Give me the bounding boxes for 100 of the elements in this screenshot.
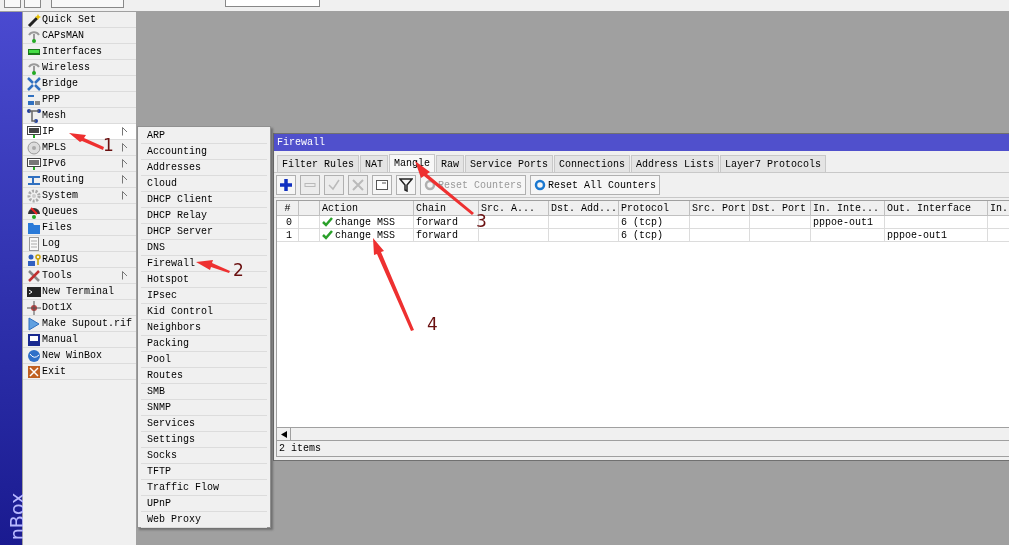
status-text: 2 items: [279, 442, 321, 456]
submenu-item[interactable]: Pool: [147, 352, 171, 367]
menu-item[interactable]: Routing: [23, 172, 136, 188]
column-header[interactable]: Src. Port: [690, 201, 750, 216]
tab[interactable]: NAT: [360, 155, 389, 172]
manual-icon: [27, 332, 41, 347]
submenu-item[interactable]: UPnP: [147, 496, 171, 511]
menu-item[interactable]: Make Supout.rif: [23, 316, 136, 332]
submenu-item[interactable]: DNS: [147, 240, 165, 255]
submenu-item[interactable]: Accounting: [147, 144, 207, 159]
add-icon: [279, 178, 293, 192]
menu-item[interactable]: Bridge: [23, 76, 136, 92]
check-icon: [322, 230, 333, 240]
filter-icon: [399, 178, 413, 192]
annotation-number: 2: [233, 262, 244, 279]
menu-item[interactable]: CAPsMAN: [23, 28, 136, 44]
submenu-item[interactable]: SNMP: [147, 400, 171, 415]
column-header[interactable]: Action: [320, 201, 414, 216]
tab[interactable]: Service Ports: [465, 155, 554, 172]
submenu-item[interactable]: Traffic Flow: [147, 480, 219, 495]
check-icon: [322, 217, 333, 227]
submenu-item[interactable]: DHCP Server: [147, 224, 213, 239]
window-title: Firewall: [274, 134, 1009, 151]
note-button[interactable]: [372, 175, 392, 195]
column-header[interactable]: In.: [988, 201, 1009, 216]
table-cell: pppoe-out1: [811, 216, 885, 229]
session-field[interactable]: [225, 0, 320, 7]
annotation-number: 1: [103, 137, 114, 154]
submenu-item[interactable]: IPsec: [147, 288, 177, 303]
document-icon: [27, 236, 41, 251]
table-cell: [690, 216, 750, 229]
menu-item[interactable]: Quick Set: [23, 12, 136, 28]
menu-item[interactable]: Dot1X: [23, 300, 136, 316]
forward-button[interactable]: [4, 0, 21, 8]
tab[interactable]: Filter Rules: [277, 155, 359, 172]
submenu-item[interactable]: ARP: [147, 128, 165, 143]
submenu-item[interactable]: Routes: [147, 368, 183, 383]
tab[interactable]: Raw: [436, 155, 465, 172]
safe-mode-button[interactable]: [51, 0, 124, 8]
submenu-item[interactable]: Services: [147, 416, 195, 431]
tab[interactable]: Connections: [554, 155, 631, 172]
submenu-item[interactable]: Addresses: [147, 160, 201, 175]
submenu-item[interactable]: DHCP Relay: [147, 208, 207, 223]
tools-icon: [27, 268, 41, 283]
reset-button[interactable]: Reset All Counters: [530, 175, 661, 195]
gear-icon: [27, 188, 41, 203]
submenu-item[interactable]: Socks: [147, 448, 177, 463]
wand-icon: [27, 12, 41, 27]
mesh-icon: [27, 108, 41, 123]
submenu-item[interactable]: TFTP: [147, 464, 171, 479]
menu-item[interactable]: PPP: [23, 92, 136, 108]
exit-icon: [27, 364, 41, 379]
table-cell: [479, 216, 549, 229]
menu-item[interactable]: Manual: [23, 332, 136, 348]
cross-icon: [351, 178, 365, 192]
column-header[interactable]: Dst. Port: [750, 201, 811, 216]
tab[interactable]: Mangle: [389, 154, 436, 172]
tab[interactable]: Address Lists: [631, 155, 720, 172]
submenu-item[interactable]: Cloud: [147, 176, 177, 191]
submenu-item[interactable]: Neighbors: [147, 320, 201, 335]
menu-item[interactable]: Interfaces: [23, 44, 136, 60]
left-arrow-icon: [280, 430, 287, 438]
add-button[interactable]: [276, 175, 296, 195]
table-cell: [690, 229, 750, 242]
menu-item[interactable]: RADIUS: [23, 252, 136, 268]
menu-item[interactable]: Tools: [23, 268, 136, 284]
menu-item[interactable]: Wireless: [23, 60, 136, 76]
menu-item[interactable]: New Terminal: [23, 284, 136, 300]
table-cell: [750, 229, 811, 242]
reset-icon: [534, 179, 546, 191]
filter-button[interactable]: [396, 175, 416, 195]
gauge-icon: [27, 204, 41, 219]
menu-item[interactable]: IPv6: [23, 156, 136, 172]
submenu-item[interactable]: Web Proxy: [147, 512, 201, 527]
table-cell: forward: [414, 229, 479, 242]
column-header[interactable]: Protocol: [619, 201, 690, 216]
annotation-number: 3: [476, 213, 487, 230]
menu-item[interactable]: New WinBox: [23, 348, 136, 364]
column-header[interactable]: Out. Interface: [885, 201, 988, 216]
back-button[interactable]: [24, 0, 41, 8]
submenu-item[interactable]: Firewall: [147, 256, 195, 271]
column-header[interactable]: Dst. Add...: [549, 201, 619, 216]
submenu-item[interactable]: Hotspot: [147, 272, 189, 287]
tab[interactable]: Layer7 Protocols: [720, 155, 827, 172]
menu-item[interactable]: Files: [23, 220, 136, 236]
ipv6-icon: [27, 156, 41, 171]
menu-item[interactable]: System: [23, 188, 136, 204]
submenu-item[interactable]: Packing: [147, 336, 189, 351]
menu-item[interactable]: Log: [23, 236, 136, 252]
column-header[interactable]: #: [277, 201, 299, 216]
menu-item[interactable]: Exit: [23, 364, 136, 380]
note-icon: [375, 178, 389, 192]
submenu-item[interactable]: DHCP Client: [147, 192, 213, 207]
table-cell: pppoe-out1: [885, 229, 988, 242]
column-header[interactable]: In. Inte...: [811, 201, 885, 216]
submenu-item[interactable]: Kid Control: [147, 304, 213, 319]
table-cell: [549, 216, 619, 229]
submenu-item[interactable]: Settings: [147, 432, 195, 447]
submenu-item[interactable]: SMB: [147, 384, 165, 399]
menu-item[interactable]: Queues: [23, 204, 136, 220]
